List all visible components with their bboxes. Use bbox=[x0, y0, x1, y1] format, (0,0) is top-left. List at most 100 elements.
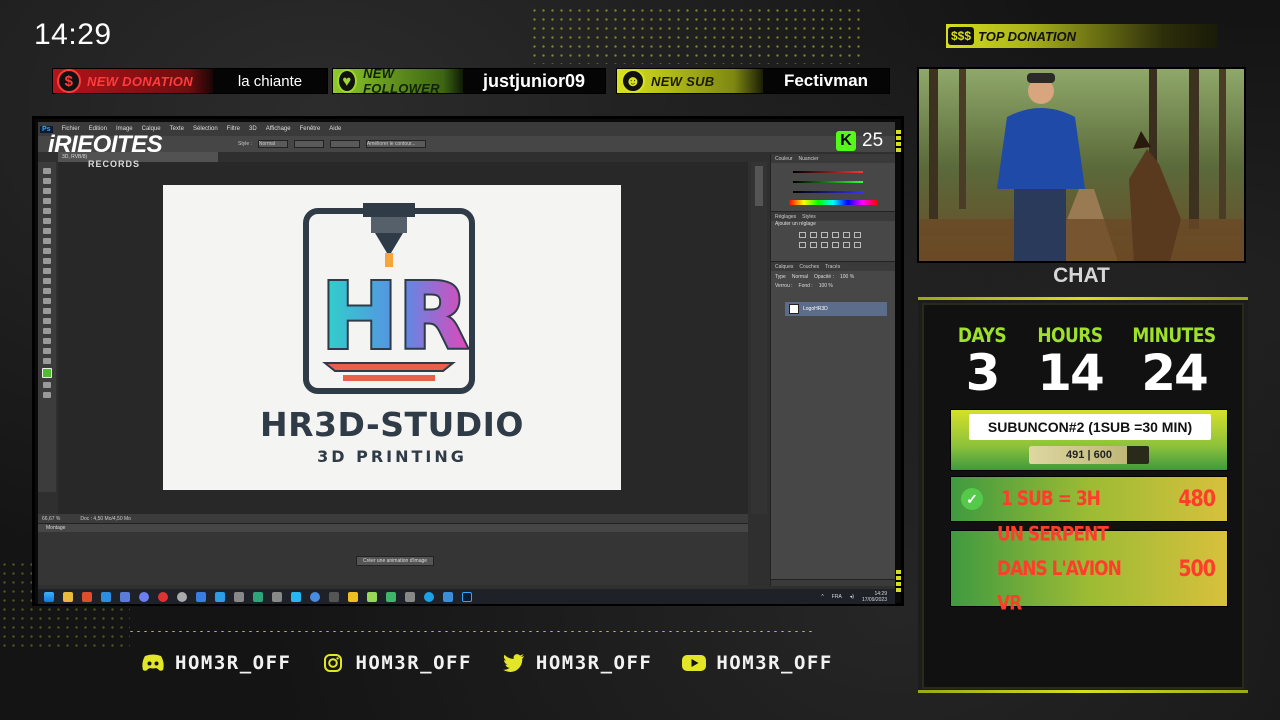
app-icon[interactable] bbox=[405, 591, 415, 602]
app-icon[interactable] bbox=[310, 591, 320, 602]
screen-mode-icon[interactable] bbox=[43, 392, 51, 398]
menu-item[interactable]: Sélection bbox=[193, 126, 218, 132]
app-icon[interactable] bbox=[272, 591, 282, 602]
brush-tool-icon[interactable] bbox=[43, 238, 51, 244]
chevron-up-icon[interactable]: ^ bbox=[821, 594, 823, 600]
social-discord[interactable]: HOM3R_OFF bbox=[141, 652, 291, 674]
photoshop-taskbar-icon[interactable] bbox=[462, 591, 472, 602]
menu-item[interactable]: Filtre bbox=[227, 126, 240, 132]
style-select[interactable]: Normal bbox=[257, 140, 288, 148]
shape-tool-icon[interactable] bbox=[43, 338, 51, 344]
marquee-tool-icon[interactable] bbox=[43, 178, 51, 184]
pen-tool-icon[interactable] bbox=[43, 308, 51, 314]
layer-filter-kind[interactable]: Type bbox=[775, 274, 786, 280]
social-instagram[interactable]: HOM3R_OFF bbox=[321, 652, 471, 674]
color-slider-b[interactable] bbox=[793, 191, 863, 193]
volume-icon[interactable]: ◂) bbox=[850, 594, 854, 600]
adjustment-icons-row-1[interactable] bbox=[799, 232, 861, 238]
app-icon[interactable] bbox=[215, 591, 225, 602]
steam-icon[interactable] bbox=[120, 591, 130, 602]
eyedropper-tool-icon[interactable] bbox=[43, 218, 51, 224]
goal-text: 1 SUB = 3H bbox=[1001, 487, 1101, 511]
blur-tool-icon[interactable] bbox=[43, 288, 51, 294]
subathon-title: SUBUNCON#2 (1SUB =30 MIN) bbox=[969, 414, 1211, 440]
blend-mode-select[interactable]: Normal bbox=[792, 274, 808, 280]
menu-item[interactable]: Fenêtre bbox=[300, 126, 321, 132]
days-value: 3 bbox=[965, 344, 1001, 402]
tab-channels[interactable]: Couches bbox=[799, 264, 819, 270]
app-icon[interactable] bbox=[253, 591, 263, 602]
brave-icon[interactable] bbox=[82, 591, 92, 602]
minutes-value: 24 bbox=[1141, 344, 1209, 402]
gradient-tool-icon[interactable] bbox=[43, 278, 51, 284]
app-icon[interactable] bbox=[329, 591, 339, 602]
days-label: DAYS bbox=[957, 324, 1007, 348]
discord-app-icon[interactable] bbox=[139, 591, 149, 602]
wand-tool-icon[interactable] bbox=[43, 198, 51, 204]
width-field[interactable] bbox=[293, 140, 324, 148]
tab-swatches[interactable]: Nuancier bbox=[799, 156, 819, 162]
obs-icon[interactable] bbox=[177, 591, 187, 602]
quick-mask-icon[interactable] bbox=[43, 382, 51, 388]
scroll-thumb[interactable] bbox=[755, 166, 763, 206]
hand-tool-icon[interactable] bbox=[43, 348, 51, 354]
menu-item[interactable]: Aide bbox=[329, 126, 341, 132]
goal-value: 500 bbox=[1178, 555, 1216, 582]
panel-border bbox=[918, 297, 1248, 300]
app-icon[interactable] bbox=[386, 591, 396, 602]
dollar-icon: $ bbox=[57, 69, 81, 93]
crop-tool-icon[interactable] bbox=[43, 208, 51, 214]
lasso-tool-icon[interactable] bbox=[43, 188, 51, 194]
ps-timeline-panel: Montage Créer une animation d'image bbox=[38, 523, 748, 585]
opacity-value[interactable]: 100 % bbox=[840, 274, 854, 280]
new-sub-label: NEW SUB bbox=[651, 73, 715, 89]
path-select-tool-icon[interactable] bbox=[43, 328, 51, 334]
color-slider-r[interactable] bbox=[793, 171, 863, 173]
create-animation-button[interactable]: Créer une animation d'image bbox=[356, 556, 435, 566]
zoom-tool-icon[interactable] bbox=[43, 358, 51, 364]
app-icon[interactable] bbox=[196, 591, 206, 602]
social-twitter[interactable]: HOM3R_OFF bbox=[502, 652, 652, 674]
menu-item[interactable]: 3D bbox=[249, 126, 257, 132]
app-icon[interactable] bbox=[443, 591, 453, 602]
color-slider-g[interactable] bbox=[793, 181, 863, 183]
timeline-tab[interactable]: Montage bbox=[38, 524, 748, 532]
app-icon[interactable] bbox=[348, 591, 358, 602]
adjustments-panel: Réglages Styles Ajouter un réglage bbox=[771, 212, 895, 262]
heal-tool-icon[interactable] bbox=[43, 228, 51, 234]
vscode-icon[interactable] bbox=[291, 591, 301, 602]
tab-color[interactable]: Couleur bbox=[775, 156, 793, 162]
progress-text: 491 | 600 bbox=[1066, 449, 1112, 461]
adjustment-icons-row-2[interactable] bbox=[799, 242, 861, 248]
store-icon[interactable] bbox=[101, 591, 111, 602]
app-icon[interactable] bbox=[367, 591, 377, 602]
windows-start-icon[interactable] bbox=[44, 591, 54, 602]
fill-value[interactable]: 100 % bbox=[819, 283, 833, 289]
chat-label: CHAT bbox=[1053, 264, 1110, 287]
document-canvas[interactable]: HR HR3D-STUDIO 3D PRINTING bbox=[163, 185, 621, 490]
menu-item[interactable]: Affichage bbox=[266, 126, 291, 132]
tab-adjustments[interactable]: Réglages bbox=[775, 214, 796, 220]
eraser-tool-icon[interactable] bbox=[43, 268, 51, 274]
tab-layers[interactable]: Calques bbox=[775, 264, 793, 270]
ps-vertical-scrollbar[interactable] bbox=[751, 162, 767, 514]
app-icon[interactable] bbox=[158, 591, 168, 602]
tab-styles[interactable]: Styles bbox=[802, 214, 816, 220]
layer-row[interactable]: LogoHR3D bbox=[785, 302, 887, 316]
instagram-handle: HOM3R_OFF bbox=[355, 652, 472, 674]
height-field[interactable] bbox=[329, 140, 360, 148]
foreground-color-swatch[interactable] bbox=[42, 368, 52, 378]
tray-clock[interactable]: 14:29 17/09/2023 bbox=[862, 591, 887, 603]
type-tool-icon[interactable] bbox=[43, 318, 51, 324]
color-spectrum[interactable] bbox=[789, 200, 877, 205]
social-youtube[interactable]: HOM3R_OFF bbox=[682, 652, 832, 674]
refine-edge-button[interactable]: Améliorer le contour... bbox=[365, 140, 426, 148]
history-brush-tool-icon[interactable] bbox=[43, 258, 51, 264]
edge-icon[interactable] bbox=[424, 591, 434, 602]
dodge-tool-icon[interactable] bbox=[43, 298, 51, 304]
tab-paths[interactable]: Tracés bbox=[825, 264, 840, 270]
app-icon[interactable] bbox=[234, 591, 244, 602]
stamp-tool-icon[interactable] bbox=[43, 248, 51, 254]
language-indicator[interactable]: FRA bbox=[832, 594, 842, 600]
file-explorer-icon[interactable] bbox=[63, 591, 73, 602]
